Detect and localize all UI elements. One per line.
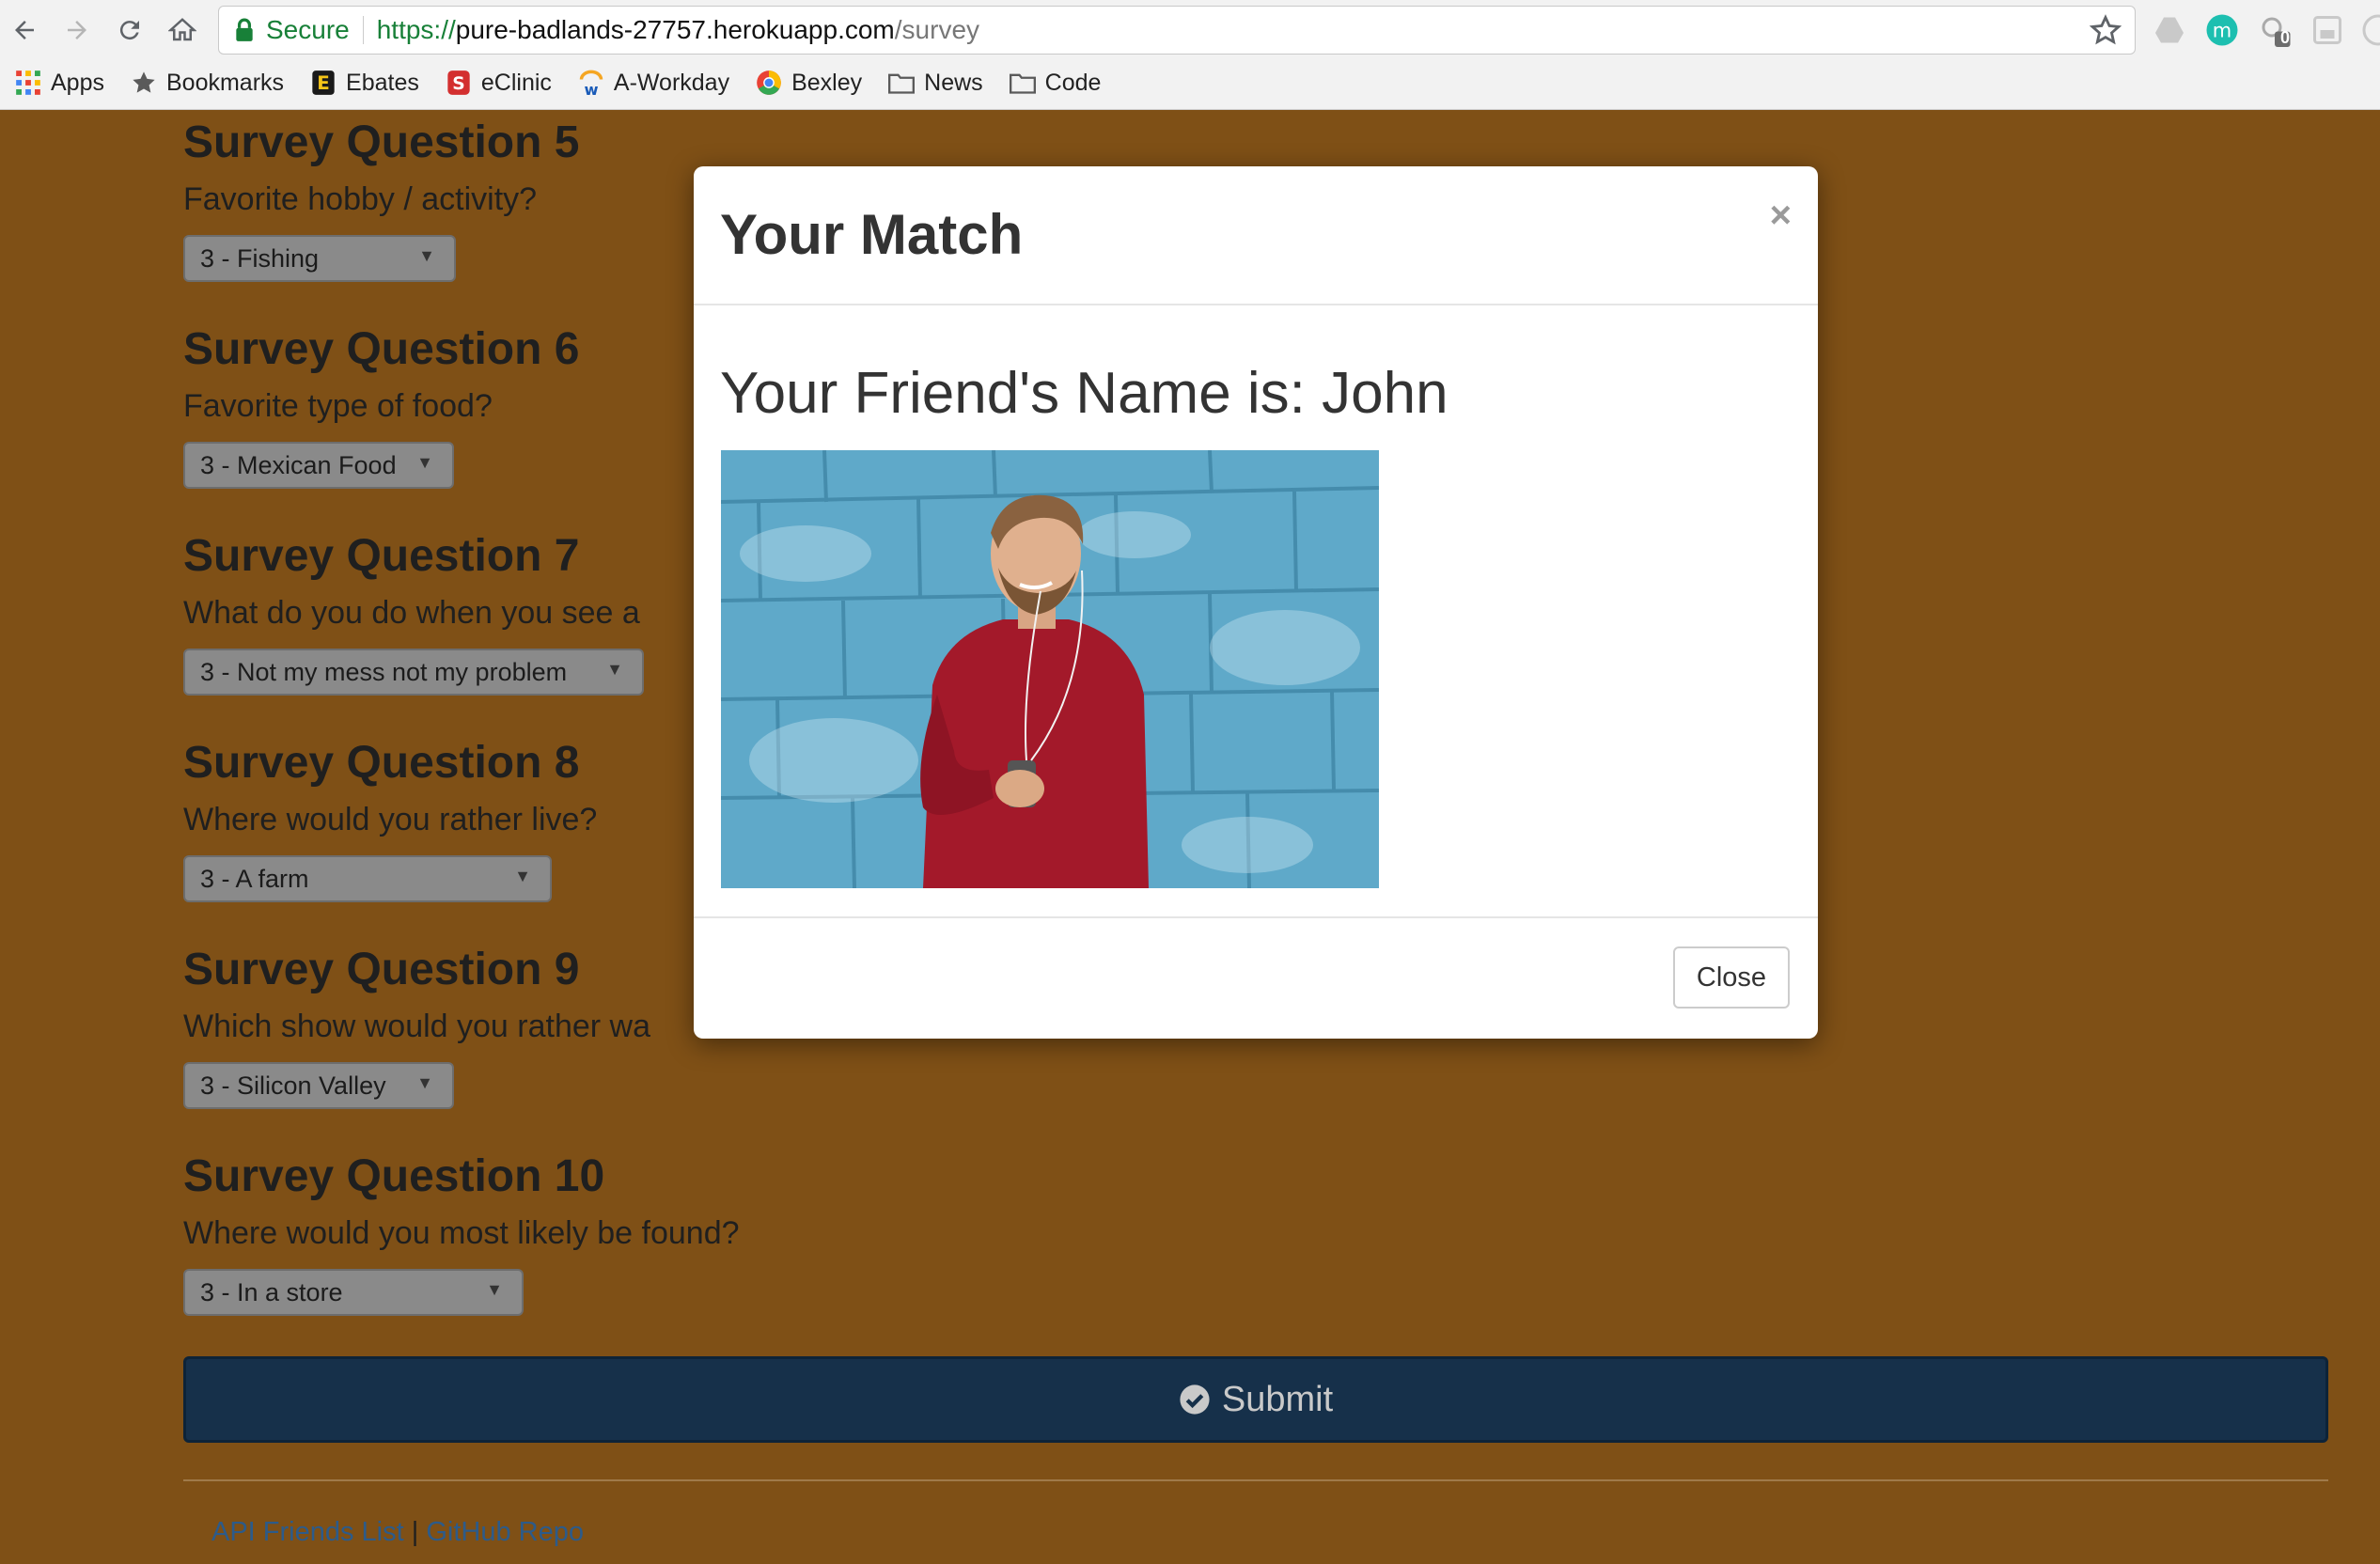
bookmarks-bar: Apps Bookmarks E Ebates S eClinic w A-Wo… — [0, 60, 1112, 105]
star-icon — [133, 71, 155, 93]
address-bar[interactable]: Secure https://pure-badlands-27757.herok… — [218, 6, 2136, 55]
bookmark-label: Bookmarks — [165, 69, 285, 96]
forward-arrow-icon — [68, 21, 86, 39]
bookmark-label: A-Workday — [613, 69, 730, 96]
modal-title: Your Match — [720, 203, 1024, 266]
drive-extension-icon[interactable] — [2153, 13, 2186, 47]
bookmark-bookmarks[interactable]: Bookmarks — [131, 64, 284, 102]
chrome-icon — [757, 70, 781, 95]
url-host: pure-badlands-27757.herokuapp.com — [455, 15, 895, 44]
match-modal: Your Match × Your Friend's Name is: John — [694, 166, 1818, 1039]
svg-text:w: w — [584, 81, 598, 96]
friend-photo-image — [721, 450, 1379, 888]
close-button-label: Close — [1696, 962, 1767, 993]
folder-icon — [888, 73, 916, 94]
svg-text:S: S — [452, 74, 464, 94]
bookmark-label: Apps — [51, 69, 104, 96]
bookmark-star-icon[interactable] — [2090, 14, 2122, 46]
bookmark-label: News — [924, 69, 983, 96]
close-x-icon[interactable]: × — [1770, 195, 1792, 237]
svg-text:m: m — [2213, 20, 2231, 42]
home-icon — [168, 18, 196, 41]
bookmark-bexley[interactable]: Bexley — [756, 64, 862, 102]
url-path: /survey — [894, 15, 980, 44]
eclinic-icon: S — [447, 70, 470, 95]
bookmark-a-workday[interactable]: w A-Workday — [578, 64, 729, 102]
modal-footer: Close — [694, 916, 1818, 1040]
friend-photo — [721, 450, 1379, 888]
modal-header: Your Match × — [694, 166, 1818, 305]
extension-badge: 0 — [2280, 28, 2291, 47]
extension-partial-icon[interactable] — [2361, 13, 2380, 47]
url-scheme: https:// — [376, 15, 456, 44]
svg-text:E: E — [317, 72, 330, 94]
survey-page: Survey Question 5 Favorite hobby / activ… — [0, 110, 2380, 1564]
back-arrow-icon — [15, 21, 34, 39]
bookmark-label: Ebates — [346, 69, 419, 96]
ebates-icon: E — [312, 70, 335, 95]
bookmark-eclinic[interactable]: S eClinic — [446, 64, 552, 102]
bookmark-code[interactable]: Code — [1009, 64, 1102, 102]
lock-icon — [236, 18, 253, 41]
friend-name-heading: Your Friend's Name is: John — [720, 361, 1448, 426]
bookmark-ebates[interactable]: E Ebates — [310, 64, 419, 102]
close-button[interactable]: Close — [1673, 946, 1790, 1009]
bookmark-apps[interactable]: Apps — [15, 64, 104, 102]
apps-grid-icon — [16, 70, 40, 95]
browser-toolbar: Secure https://pure-badlands-27757.herok… — [0, 0, 2380, 110]
secure-label: Secure — [266, 15, 350, 44]
extension-save-icon[interactable] — [2310, 13, 2344, 47]
bookmark-label: Code — [1044, 69, 1102, 96]
forward-button[interactable] — [58, 13, 96, 47]
reload-button[interactable] — [111, 13, 149, 47]
bookmark-news[interactable]: News — [888, 64, 983, 102]
back-button[interactable] — [6, 13, 43, 47]
bookmark-label: eClinic — [480, 69, 552, 96]
extension-m-icon[interactable]: m — [2205, 13, 2239, 47]
bookmark-label: Bexley — [791, 69, 863, 96]
workday-icon: w — [579, 70, 603, 96]
reload-icon — [119, 21, 139, 40]
home-button[interactable] — [164, 13, 201, 47]
folder-icon — [1009, 73, 1036, 94]
address-divider — [362, 16, 364, 44]
